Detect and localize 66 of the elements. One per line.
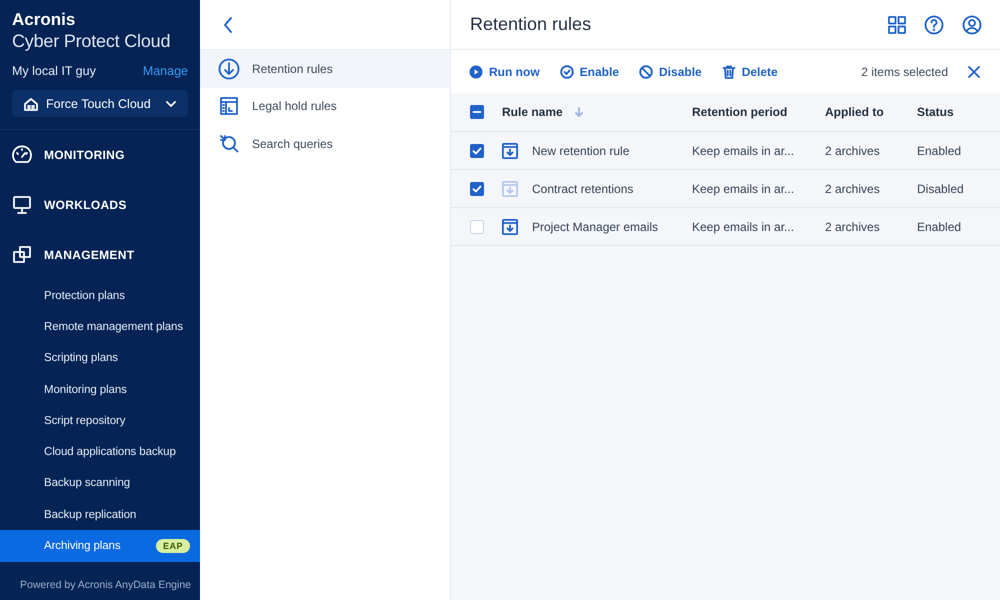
table-cell: Contract retentions [532, 182, 634, 196]
column-header[interactable]: Retention period [692, 105, 788, 119]
table-cell: Enabled [917, 220, 962, 234]
toolbar-button[interactable]: Enable [560, 64, 620, 78]
item-label: Archiving plans [44, 540, 120, 552]
table-cell: Disabled [917, 182, 964, 196]
table-cell: 2 archives [825, 144, 880, 158]
table-cell: Keep emails in ar... [692, 182, 794, 196]
sidebar-item[interactable]: Cloud applications backup [0, 436, 200, 468]
table-cell: 2 archives [825, 220, 880, 234]
selection-count: 2 items selected [861, 64, 948, 78]
building-icon [24, 96, 38, 110]
checkbox[interactable] [470, 144, 484, 158]
checkbox[interactable] [470, 182, 484, 196]
column-header[interactable]: Rule name [502, 105, 563, 119]
account-name: My local IT guy [12, 64, 96, 78]
subnav-item[interactable]: Search queries [200, 125, 450, 162]
eap-badge: EAP [156, 539, 190, 554]
sidebar-item[interactable]: Protection plans [0, 280, 200, 312]
gauge-icon [12, 145, 32, 165]
toolbar-button[interactable]: Disable [639, 64, 702, 78]
sidebar-item[interactable]: Monitoring plans [0, 374, 200, 406]
toolbar-button[interactable]: Delete [722, 64, 778, 78]
play-icon [469, 64, 483, 78]
user-profile-icon[interactable] [962, 14, 982, 34]
page-title: Retention rules [470, 14, 592, 35]
checkbox[interactable] [470, 220, 484, 234]
nav-section[interactable]: MANAGEMENT [0, 230, 200, 280]
table-cell: Project Manager emails [532, 220, 658, 234]
trash-icon [722, 64, 736, 78]
download-circle-icon [218, 58, 240, 80]
table-cell: 2 archives [825, 182, 880, 196]
table-cell: Enabled [917, 144, 962, 158]
search-refresh-icon [219, 134, 239, 154]
toolbar-button[interactable]: Run now [469, 64, 540, 78]
sidebar-item[interactable]: Archiving plans EAP [0, 530, 200, 562]
product-name: Cyber Protect Cloud [12, 30, 172, 52]
sidebar-item[interactable]: Backup replication [0, 499, 200, 530]
back-chevron-icon[interactable] [223, 16, 233, 32]
nav-section[interactable]: MONITORING [0, 130, 200, 180]
subnav-item[interactable]: Retention rules [200, 50, 450, 88]
manage-link[interactable]: Manage [142, 64, 188, 78]
help-icon[interactable] [924, 14, 944, 34]
column-header[interactable]: Status [917, 105, 954, 119]
sidebar-item[interactable]: Backup scanning [0, 468, 200, 500]
table-cell: Keep emails in ar... [692, 144, 794, 158]
tenant-dropdown[interactable]: Force Touch Cloud [12, 90, 188, 117]
nav-section[interactable]: WORKLOADS [0, 180, 200, 230]
grid-icon[interactable] [888, 16, 906, 34]
overlapping-squares-icon [12, 245, 32, 265]
monitor-icon [12, 195, 32, 215]
check-circle-icon [560, 64, 574, 78]
table-icon [220, 97, 238, 116]
footer-text: Powered by Acronis AnyData Engine [19, 579, 192, 593]
subnav-item[interactable]: Legal hold rules [200, 88, 450, 125]
sidebar-item[interactable]: Scripting plans [0, 342, 200, 374]
prohibited-icon [639, 64, 654, 78]
column-header[interactable]: Applied to [825, 105, 884, 119]
table-cell: Keep emails in ar... [692, 220, 794, 234]
chevron-down-icon [166, 100, 176, 106]
sidebar-item[interactable]: Script repository [0, 405, 200, 436]
sidebar-item[interactable]: Remote management plans [0, 311, 200, 343]
close-icon[interactable] [968, 66, 980, 78]
brand-logo: Acronis [12, 10, 76, 30]
table-cell: New retention rule [532, 144, 630, 158]
checkbox[interactable] [470, 105, 484, 119]
